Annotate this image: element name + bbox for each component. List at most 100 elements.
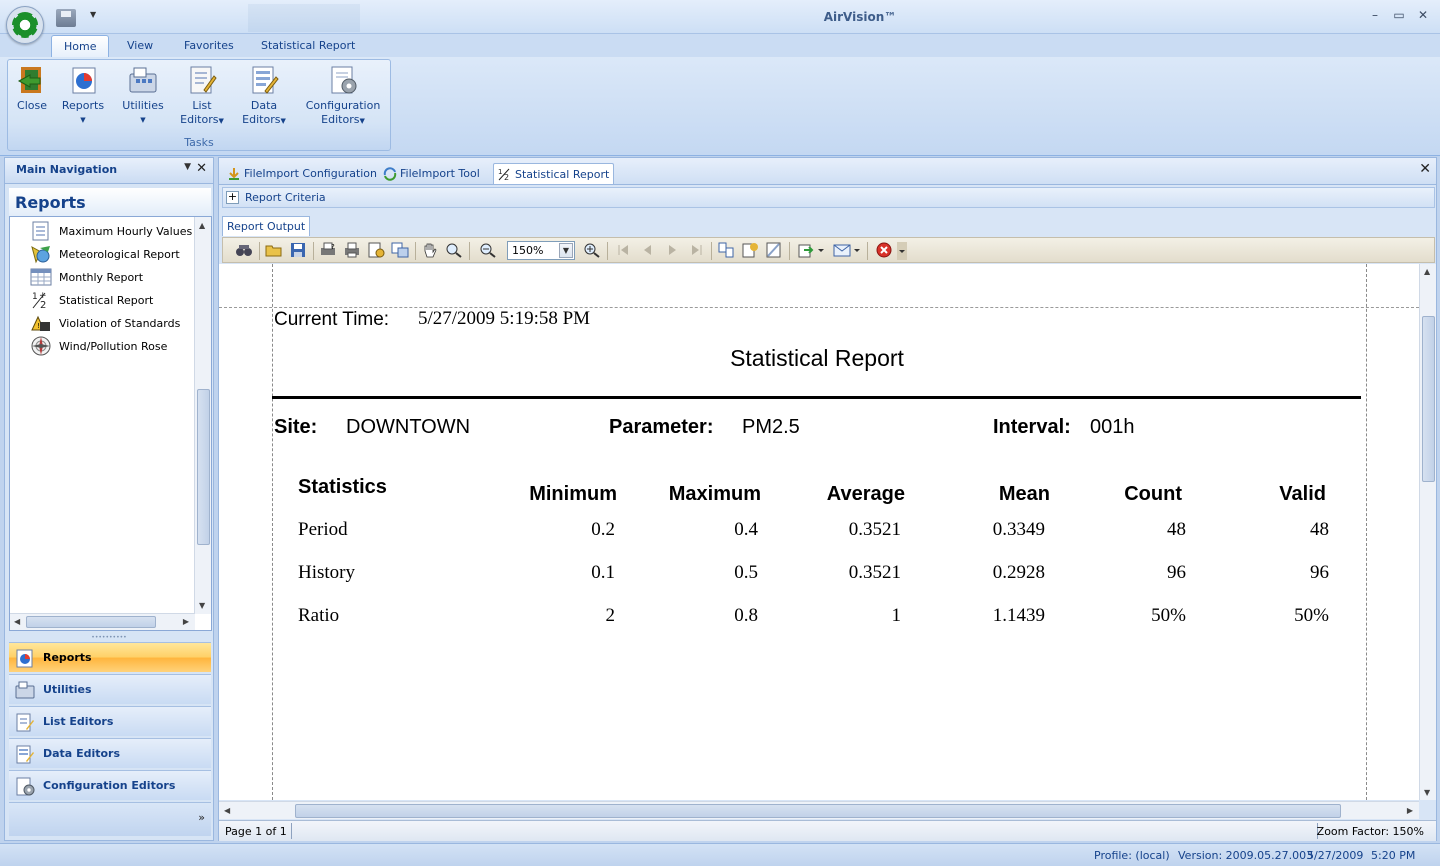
tab-statistical-report[interactable]: Statistical Report — [261, 39, 355, 52]
scroll-up-icon[interactable]: ▲ — [199, 221, 205, 230]
print-dialog-icon[interactable]: ? — [319, 242, 337, 258]
utilities-button[interactable]: Utilities ▼ — [120, 64, 166, 127]
chevron-down-icon[interactable] — [817, 242, 825, 258]
zoom-select[interactable]: 150% ▼ — [507, 241, 575, 260]
configuration-editors-label-2: Editors▼ — [321, 113, 365, 126]
minimize-button[interactable]: – — [1366, 8, 1384, 22]
nav-button-reports[interactable]: Reports — [9, 642, 211, 672]
pane-dropdown-icon[interactable]: ▼ — [184, 162, 191, 172]
utilities-icon — [127, 64, 159, 96]
report-horizontal-scrollbar[interactable]: ◀ ▶ — [219, 801, 1419, 819]
chevron-down-icon[interactable]: ▼ — [559, 243, 573, 258]
scroll-thumb[interactable] — [295, 804, 1341, 818]
app-menu-button[interactable] — [6, 6, 44, 44]
wind-rose-icon — [30, 336, 52, 356]
gear-icon — [12, 12, 38, 38]
expand-icon[interactable]: + — [226, 191, 239, 204]
close-window-button[interactable]: ✕ — [1414, 8, 1432, 22]
export-icon[interactable] — [797, 242, 815, 258]
main-navigation-pane: Main Navigation ▼ ✕ Reports Maximum Hour… — [4, 157, 214, 841]
magnifier-icon[interactable] — [445, 242, 463, 258]
tab-view[interactable]: View — [127, 39, 153, 52]
scroll-left-icon[interactable]: ◀ — [14, 617, 20, 626]
profile-status: Profile: (local) — [1094, 849, 1170, 862]
tree-item-statistical-report[interactable]: 1+2 Statistical Report — [30, 289, 153, 311]
scroll-up-icon[interactable]: ▲ — [1424, 267, 1430, 276]
scroll-thumb[interactable] — [197, 389, 210, 545]
close-button[interactable]: Close — [15, 64, 49, 113]
cell-average: 1 — [891, 605, 902, 626]
cell-mean: 1.1439 — [992, 605, 1045, 626]
list-editors-button[interactable]: List Editors▼ — [180, 64, 224, 128]
watermark-icon[interactable] — [765, 242, 783, 258]
scroll-down-icon[interactable]: ▼ — [1424, 788, 1430, 797]
configuration-editors-button[interactable]: Configuration Editors▼ — [304, 64, 382, 128]
scroll-right-icon[interactable]: ▶ — [1407, 806, 1413, 815]
scroll-down-icon[interactable]: ▼ — [199, 601, 205, 610]
tab-favorites[interactable]: Favorites — [184, 39, 234, 52]
toolbar-options-icon[interactable] — [897, 242, 907, 260]
close-preview-icon[interactable] — [875, 242, 893, 258]
tree-item-wind-pollution-rose[interactable]: Wind/Pollution Rose — [30, 335, 167, 357]
scale-icon[interactable] — [391, 242, 409, 258]
find-icon[interactable] — [235, 242, 253, 258]
hand-tool-icon[interactable] — [421, 242, 439, 258]
quick-save-icon[interactable] — [56, 9, 76, 27]
tree-item-label: Monthly Report — [59, 270, 144, 284]
nav-button-list-editors[interactable]: List Editors — [9, 706, 211, 736]
tree-item-violation-of-standards[interactable]: ! Violation of Standards — [30, 312, 180, 334]
col-header-maximum: Maximum — [668, 483, 761, 505]
tab-home[interactable]: Home — [51, 35, 110, 57]
chevron-down-icon[interactable] — [853, 242, 861, 258]
pane-close-icon[interactable]: ✕ — [196, 161, 207, 176]
scroll-left-icon[interactable]: ◀ — [224, 806, 230, 815]
chevron-down-icon[interactable]: » — [198, 811, 205, 824]
report-criteria-panel[interactable]: + Report Criteria — [222, 187, 1435, 208]
tree-horizontal-scrollbar[interactable]: ◀ ▶ — [10, 613, 195, 630]
tree-item-monthly-report[interactable]: Monthly Report — [30, 266, 143, 288]
zoom-out-icon[interactable] — [479, 242, 497, 258]
tab-fileimport-configuration[interactable]: FileImport Configuration — [223, 163, 381, 184]
page-setup-icon[interactable] — [367, 242, 385, 258]
scroll-thumb[interactable] — [26, 616, 156, 628]
tree-item-maximum-hourly-values[interactable]: Maximum Hourly Values — [30, 220, 192, 242]
quick-access-dropdown-icon[interactable]: ▼ — [90, 10, 96, 19]
nav-button-configuration-editors[interactable]: Configuration Editors — [9, 770, 211, 800]
maximize-button[interactable]: ▭ — [1390, 8, 1408, 22]
tab-statistical-report-doc[interactable]: 12 Statistical Report — [493, 163, 615, 184]
row-label: Ratio — [298, 605, 340, 626]
tasks-group: Close Reports ▼ Utilities ▼ List Editors… — [7, 59, 391, 151]
tab-fileimport-tool[interactable]: FileImport Tool — [379, 163, 484, 184]
toolbar-separator — [607, 242, 608, 260]
close-document-icon[interactable]: ✕ — [1419, 161, 1431, 177]
email-icon[interactable] — [833, 242, 851, 258]
multiple-pages-icon[interactable] — [717, 242, 735, 258]
nav-button-data-editors[interactable]: Data Editors — [9, 738, 211, 768]
document-area: FileImport Configuration FileImport Tool… — [218, 157, 1437, 841]
header-footer-icon[interactable] — [741, 242, 759, 258]
import-tool-icon — [383, 166, 397, 181]
list-editors-icon — [15, 712, 35, 732]
report-vertical-scrollbar[interactable]: ▲ ▼ — [1419, 264, 1436, 800]
toolbar-separator — [469, 242, 470, 260]
print-icon[interactable] — [343, 242, 361, 258]
tree-item-meteorological-report[interactable]: Meteorological Report — [30, 243, 180, 265]
scroll-thumb[interactable] — [1422, 316, 1435, 482]
pane-splitter[interactable]: •••••••••• — [5, 634, 213, 641]
nav-button-utilities[interactable]: Utilities — [9, 674, 211, 704]
report-title: Statistical Report — [730, 345, 904, 371]
title-bar: ▼ AirVision™ – ▭ ✕ — [0, 0, 1440, 34]
svg-text:!: ! — [37, 322, 40, 330]
scroll-right-icon[interactable]: ▶ — [183, 617, 189, 626]
tasks-group-label: Tasks — [184, 136, 214, 149]
cell-count: 96 — [1167, 562, 1186, 583]
tab-report-output[interactable]: Report Output — [222, 216, 311, 236]
tree-vertical-scrollbar[interactable]: ▲ ▼ — [194, 217, 211, 614]
reports-button[interactable]: Reports ▼ — [61, 64, 105, 127]
title-tab-highlight — [248, 4, 360, 32]
save-icon[interactable] — [289, 242, 307, 258]
open-icon[interactable] — [265, 242, 283, 258]
zoom-in-icon[interactable] — [583, 242, 601, 258]
cell-minimum: 0.2 — [591, 519, 615, 540]
data-editors-button[interactable]: Data Editors▼ — [242, 64, 286, 128]
